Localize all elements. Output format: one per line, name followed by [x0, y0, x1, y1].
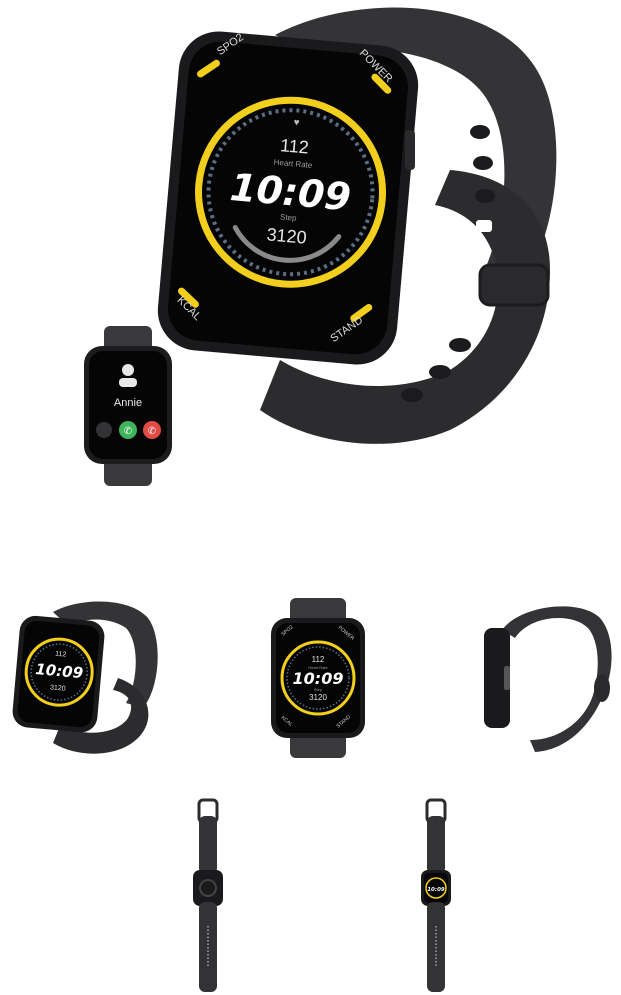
thumb-angle-heart-rate: 112: [55, 651, 67, 659]
thumb-front-time: 10:09: [293, 669, 344, 688]
thumb-side-view: [484, 606, 612, 752]
main-watch-image: SPO2 POWER KCAL STAND ♥ 112 Heart Rate 1…: [157, 7, 557, 444]
mute-icon[interactable]: [96, 422, 112, 438]
main-watch-steps: 3120: [266, 224, 308, 247]
main-watch-steps-label: Step: [280, 212, 298, 222]
thumb-angle-steps: 3120: [50, 684, 66, 692]
main-watch-side-button: [405, 130, 415, 170]
call-watch-image: Annie ✆ ✆: [84, 326, 172, 486]
main-watch-buckle: [478, 263, 550, 307]
thumb-front-steps: 3120: [309, 693, 327, 702]
svg-text:✆: ✆: [148, 426, 156, 437]
thumb-flat-front: 10:09: [421, 798, 451, 992]
svg-text:✆: ✆: [124, 426, 132, 437]
main-watch-strap-keeper: [476, 220, 492, 232]
thumb-flat-back: [193, 798, 223, 992]
thumb-angle-view: 112 10:09 3120: [12, 601, 158, 754]
main-watch-heart-icon: ♥: [293, 117, 300, 128]
main-watch-heart-rate: 112: [279, 135, 309, 157]
call-watch-caller-name: Annie: [114, 397, 142, 409]
thumb-front-view: SPO2 POWER KCAL STAND 112 Heart Rate 10:…: [271, 598, 365, 758]
thumb-flat-front-time: 10:09: [427, 887, 445, 893]
thumb-front-steps-label: Step: [314, 687, 323, 692]
thumb-side-button: [504, 666, 510, 690]
thumb-front-heart-rate: 112: [312, 655, 325, 664]
